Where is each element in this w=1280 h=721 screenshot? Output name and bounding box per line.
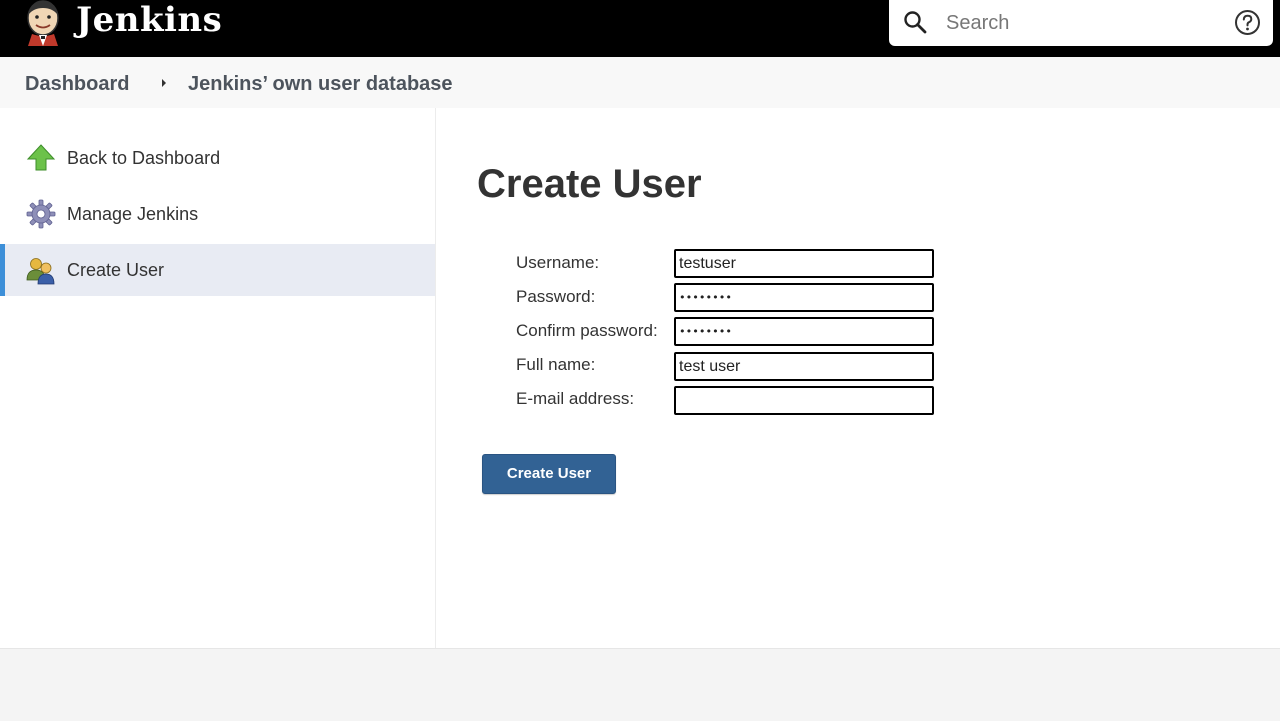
email-field[interactable]: [674, 386, 934, 415]
search-box: [889, 0, 1273, 46]
up-arrow-icon: [26, 144, 56, 171]
sidebar-item-label: Back to Dashboard: [67, 148, 221, 168]
username-field[interactable]: [674, 249, 934, 278]
top-header: Jenkins: [0, 0, 1280, 57]
sidebar: Back to Dashboard Manage Jenkins Create …: [0, 108, 436, 648]
user-group-icon: [26, 258, 55, 285]
sidebar-item-manage-jenkins[interactable]: Manage Jenkins: [0, 188, 435, 240]
chevron-right-icon[interactable]: [160, 77, 168, 89]
confirm-password-field[interactable]: [674, 317, 934, 346]
full-name-field[interactable]: [674, 352, 934, 381]
full-name-label: Full name:: [516, 355, 596, 374]
password-label: Password:: [516, 287, 596, 306]
main-content: Create User Username: Password: Confirm …: [436, 108, 1280, 648]
jenkins-logo-link[interactable]: Jenkins: [24, 0, 222, 46]
search-input[interactable]: [944, 7, 1218, 39]
sidebar-item-label: Create User: [67, 260, 165, 280]
breadcrumb-dashboard[interactable]: Dashboard: [25, 72, 129, 96]
brand-name: Jenkins: [76, 0, 223, 40]
confirm-password-label: Confirm password:: [516, 321, 658, 340]
password-field[interactable]: [674, 283, 934, 312]
sidebar-item-create-user[interactable]: Create User: [0, 244, 435, 296]
gear-icon: [26, 199, 56, 229]
create-user-button[interactable]: Create User: [482, 454, 616, 494]
page-title: Create User: [477, 162, 702, 206]
breadcrumb-user-database[interactable]: Jenkins’ own user database: [188, 72, 453, 96]
search-icon: [904, 11, 927, 34]
sidebar-item-back-to-dashboard[interactable]: Back to Dashboard: [0, 132, 435, 184]
username-label: Username:: [516, 253, 600, 272]
jenkins-butler-icon: [27, 0, 59, 46]
footer: [0, 648, 1280, 721]
help-icon[interactable]: [1234, 9, 1261, 36]
breadcrumb: Dashboard Jenkins’ own user database: [0, 57, 1280, 108]
email-label: E-mail address:: [516, 389, 635, 408]
sidebar-item-label: Manage Jenkins: [67, 204, 199, 224]
